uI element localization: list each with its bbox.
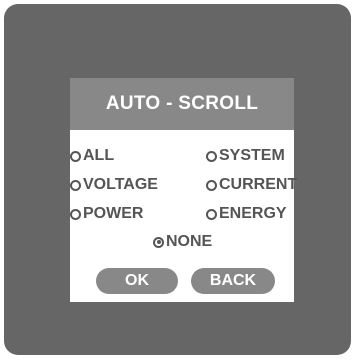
radio-unchecked-icon <box>70 179 81 191</box>
radio-option-power[interactable]: POWER <box>70 205 143 223</box>
back-button[interactable]: BACK <box>191 268 275 294</box>
radio-option-system[interactable]: SYSTEM <box>206 147 285 165</box>
option-label: NONE <box>166 233 213 250</box>
dialog-title: AUTO - SCROLL <box>70 78 294 130</box>
option-label: CURRENT <box>219 176 298 193</box>
option-label: ALL <box>83 147 115 164</box>
auto-scroll-dialog: AUTO - SCROLL ALL SYSTEM VOLTAGE CURRENT… <box>70 78 297 302</box>
ok-button[interactable]: OK <box>96 268 178 294</box>
radio-option-voltage[interactable]: VOLTAGE <box>70 176 158 194</box>
option-label: SYSTEM <box>219 147 285 164</box>
radio-option-current[interactable]: CURRENT <box>206 176 297 194</box>
radio-unchecked-icon <box>70 150 81 162</box>
radio-unchecked-icon <box>206 208 217 220</box>
radio-unchecked-icon <box>206 179 217 191</box>
radio-unchecked-icon <box>206 150 217 162</box>
device-screen: AUTO - SCROLL ALL SYSTEM VOLTAGE CURRENT… <box>4 4 351 355</box>
radio-option-energy[interactable]: ENERGY <box>206 205 287 223</box>
option-label: VOLTAGE <box>83 176 158 193</box>
radio-option-all[interactable]: ALL <box>70 147 114 165</box>
radio-checked-icon <box>153 236 164 248</box>
radio-option-none[interactable]: NONE <box>153 233 212 251</box>
option-label: POWER <box>83 205 144 222</box>
radio-unchecked-icon <box>70 208 81 220</box>
option-label: ENERGY <box>219 205 287 222</box>
